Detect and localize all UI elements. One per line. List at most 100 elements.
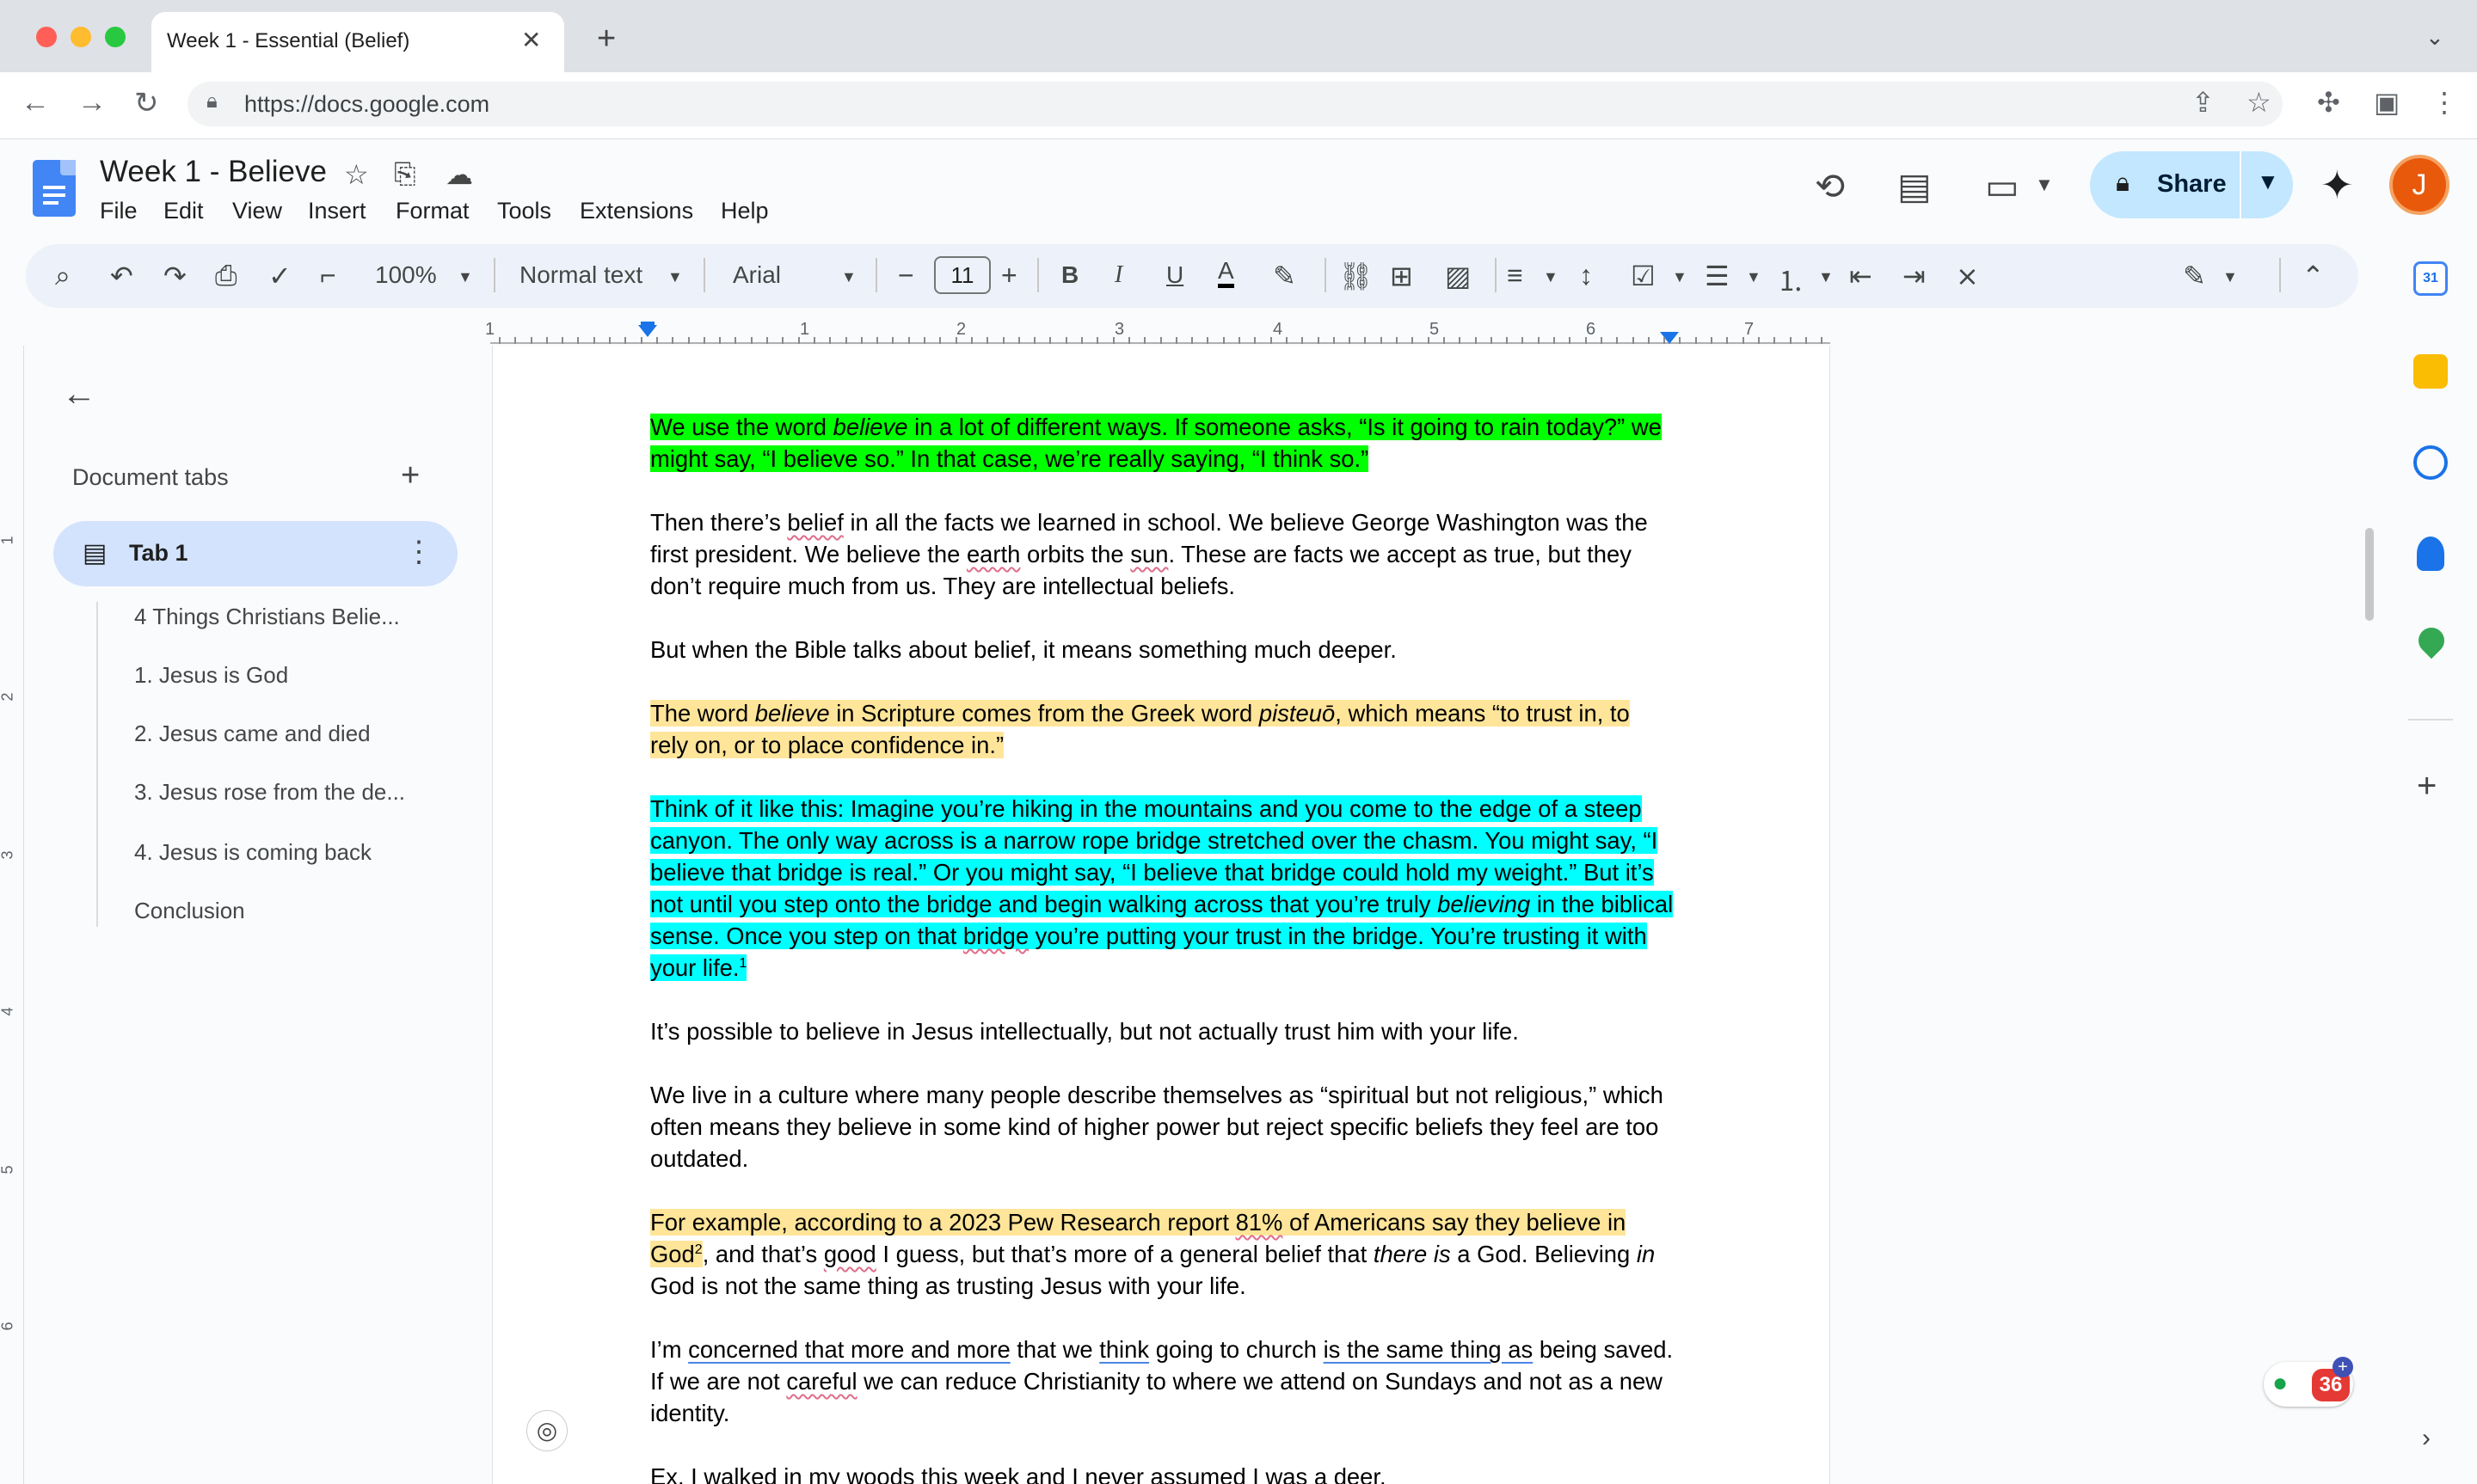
outline-item[interactable]: Conclusion xyxy=(134,898,245,924)
menu-format[interactable]: Format xyxy=(396,198,470,224)
site-info-icon[interactable]: 🔒︎ xyxy=(206,89,218,113)
grammar-flagged-phrase[interactable]: concerned that more and more xyxy=(688,1336,1011,1363)
line-spacing-icon[interactable]: ↕ xyxy=(1579,260,1593,291)
font-select[interactable]: Arial xyxy=(733,261,781,289)
meet-chevron-down-icon[interactable]: ▼ xyxy=(2035,174,2054,196)
back-icon[interactable]: ← xyxy=(21,86,50,120)
outline-item[interactable]: 4 Things Christians Belie... xyxy=(134,604,400,630)
grammar-flagged-phrase[interactable]: is the same thing as xyxy=(1324,1336,1534,1363)
add-tab-icon[interactable]: + xyxy=(401,457,420,494)
document-body[interactable]: We use the word believe in a lot of diff… xyxy=(650,411,1674,1484)
spelling-flagged-word[interactable]: careful xyxy=(786,1368,857,1395)
spellcheck-icon[interactable]: ✓ xyxy=(268,260,292,292)
forward-icon[interactable]: → xyxy=(77,86,107,120)
browser-menu-icon[interactable]: ⋮ xyxy=(2431,86,2458,119)
insert-link-icon[interactable]: ⛓︎ xyxy=(1338,260,1374,292)
gemini-sparkle-icon[interactable]: ✦ xyxy=(2320,162,2354,208)
document-title[interactable]: Week 1 - Believe xyxy=(100,155,327,189)
sidebar-tab-1[interactable] xyxy=(53,521,458,586)
document-scrollbar[interactable] xyxy=(2365,528,2374,621)
menu-help[interactable]: Help xyxy=(721,198,769,224)
bulleted-chevron-icon[interactable]: ▼ xyxy=(1746,268,1761,286)
font-chevron-icon[interactable]: ▼ xyxy=(841,268,857,286)
outline-item[interactable]: 2. Jesus came and died xyxy=(134,721,371,747)
share-dropdown-icon[interactable]: ▼ xyxy=(2257,169,2279,195)
tab-options-icon[interactable]: ⋮ xyxy=(404,535,433,569)
style-chevron-icon[interactable]: ▼ xyxy=(667,268,683,286)
left-indent-marker[interactable] xyxy=(638,325,657,337)
style-select[interactable]: Normal text xyxy=(519,261,642,289)
increase-indent-icon[interactable]: ⇥ xyxy=(1902,260,1926,292)
paint-format-icon[interactable]: ⌐ xyxy=(320,260,336,291)
italic-icon[interactable]: I xyxy=(1115,261,1122,289)
add-comment-icon[interactable]: ⊞ xyxy=(1390,260,1413,292)
spelling-flagged-word[interactable]: sun xyxy=(1130,541,1168,567)
version-history-icon[interactable]: ⟲ xyxy=(1815,165,1845,207)
tasks-icon[interactable] xyxy=(2413,445,2448,480)
close-window-button[interactable] xyxy=(36,27,57,47)
highlight-color-icon[interactable]: ✎ xyxy=(1273,260,1296,292)
text-color-icon[interactable]: A xyxy=(1218,258,1234,288)
docs-logo-icon[interactable] xyxy=(33,160,76,217)
get-add-ons-plus-icon[interactable]: + xyxy=(2417,767,2437,806)
move-folder-icon[interactable]: ⎘ xyxy=(394,158,416,191)
share-page-icon[interactable]: ⇪ xyxy=(2191,86,2215,119)
footnote-ref[interactable]: 2 xyxy=(695,1242,703,1257)
decrease-indent-icon[interactable]: ⇤ xyxy=(1849,260,1872,292)
address-bar[interactable] xyxy=(187,82,2283,126)
maximize-window-button[interactable] xyxy=(105,27,126,47)
numbered-chevron-icon[interactable]: ▼ xyxy=(1818,268,1834,286)
numbered-list-icon[interactable]: ⒈ xyxy=(1777,260,1804,299)
outline-item[interactable]: 4. Jesus is coming back xyxy=(134,839,372,866)
footnote-ref[interactable]: 1 xyxy=(740,956,747,971)
print-icon[interactable]: ⎙ xyxy=(215,260,237,292)
keep-icon[interactable] xyxy=(2413,354,2448,389)
url-text[interactable]: https://docs.google.com xyxy=(244,91,489,118)
menu-edit[interactable]: Edit xyxy=(163,198,204,224)
spelling-flagged-word[interactable]: 81% xyxy=(1236,1209,1283,1236)
show-side-panel-chevron-icon[interactable]: › xyxy=(2422,1424,2431,1453)
fingerprint-icon[interactable]: ◎ xyxy=(526,1410,568,1451)
tab-search-chevron-icon[interactable]: ⌄ xyxy=(2425,24,2444,51)
editing-mode-pencil-icon[interactable]: ✎ xyxy=(2183,260,2206,292)
menu-view[interactable]: View xyxy=(232,198,282,224)
close-outline-back-icon[interactable]: ← xyxy=(62,375,96,414)
tab-1-label[interactable]: Tab 1 xyxy=(129,540,188,567)
comments-icon[interactable]: ▤ xyxy=(1897,165,1932,207)
clear-formatting-icon[interactable]: ⨯ xyxy=(1956,260,1979,292)
undo-icon[interactable]: ↶ xyxy=(110,260,133,292)
spelling-flagged-word[interactable]: bridge xyxy=(963,923,1029,949)
menu-extensions[interactable]: Extensions xyxy=(580,198,693,224)
outline-item[interactable]: 1. Jesus is God xyxy=(134,662,288,689)
calendar-icon[interactable]: 31 xyxy=(2413,261,2448,296)
menu-tools[interactable]: Tools xyxy=(497,198,551,224)
outline-item[interactable]: 3. Jesus rose from the de... xyxy=(134,779,405,806)
underline-icon[interactable]: U xyxy=(1166,261,1183,289)
menu-file[interactable]: File xyxy=(100,198,138,224)
cloud-status-icon[interactable]: ☁︎ xyxy=(446,158,473,191)
close-tab-icon[interactable]: ✕ xyxy=(521,26,541,54)
editing-mode-chevron-icon[interactable]: ▼ xyxy=(2222,268,2238,286)
minimize-window-button[interactable] xyxy=(71,27,91,47)
search-menus-icon[interactable]: ⌕ xyxy=(55,260,71,292)
align-icon[interactable]: ≡ xyxy=(1507,260,1523,291)
reload-icon[interactable]: ↻ xyxy=(134,86,159,120)
checklist-icon[interactable]: ☑ xyxy=(1631,260,1656,292)
hide-menus-chevron-up-icon[interactable]: ⌃ xyxy=(2302,260,2325,292)
bold-icon[interactable]: B xyxy=(1061,261,1079,289)
spelling-flagged-word[interactable]: earth xyxy=(967,541,1020,567)
extensions-puzzle-icon[interactable]: ✣ xyxy=(2317,86,2340,119)
first-line-indent-marker[interactable] xyxy=(641,322,655,326)
bookmark-star-icon[interactable]: ☆ xyxy=(2247,86,2271,119)
insert-image-icon[interactable]: ▨ xyxy=(1445,260,1471,292)
new-tab-icon[interactable]: + xyxy=(597,21,616,58)
vertical-ruler[interactable] xyxy=(0,346,24,1484)
bulleted-list-icon[interactable]: ☰ xyxy=(1705,260,1730,292)
font-size-input[interactable]: 11 xyxy=(934,256,991,294)
checklist-chevron-icon[interactable]: ▼ xyxy=(1672,268,1687,286)
redo-icon[interactable]: ↷ xyxy=(163,260,187,292)
decrease-font-size-icon[interactable]: − xyxy=(898,260,914,291)
contacts-icon[interactable] xyxy=(2417,537,2444,571)
side-panel-icon[interactable]: ▣ xyxy=(2374,86,2400,119)
share-label[interactable]: Share xyxy=(2157,170,2227,199)
